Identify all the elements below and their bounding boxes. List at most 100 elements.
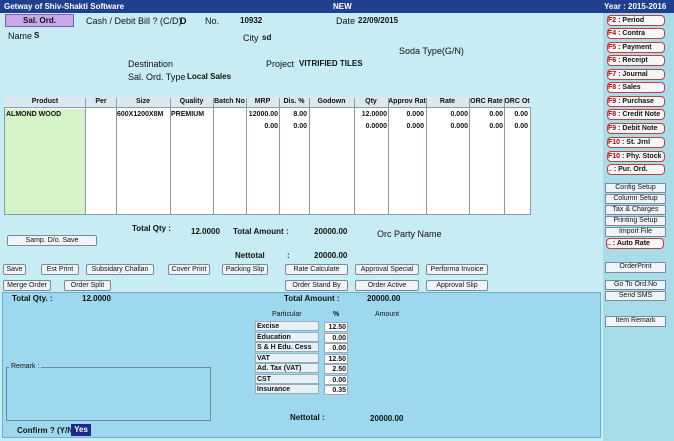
tax-vat-input[interactable]: 12.50 (324, 354, 348, 364)
tax-sh-cess-label: S & H Edu. Cess (255, 342, 319, 352)
tax-insurance-label: Insurance (255, 384, 319, 394)
confirm-input[interactable]: Yes (71, 424, 91, 436)
row1-orc-ot[interactable]: 0.00 (504, 111, 528, 118)
bill-no-label: No. (205, 16, 220, 26)
tax-sh-cess-input[interactable]: 0.00 (324, 343, 348, 353)
row1-rate[interactable]: 0.000 (426, 111, 468, 118)
tax-insurance-input[interactable]: 0.35 (324, 385, 348, 395)
f4-contra-button[interactable]: F4 : Contra (607, 28, 665, 39)
col-approv-rat: Approv Rat (388, 98, 426, 105)
packing-slip-button[interactable]: Packing Slip (222, 264, 268, 275)
approval-slip-button[interactable]: Approval Slip (426, 280, 488, 291)
soda-type-label: Soda Type(G/N) (399, 46, 464, 56)
row2-qty[interactable]: 0.0000 (354, 123, 387, 130)
cover-print-button[interactable]: Cover Print (168, 264, 210, 275)
tax-excise-label: Excise (255, 321, 319, 331)
f5-payment-button[interactable]: F5 : Payment (607, 42, 665, 53)
col-size: Size (135, 98, 150, 105)
row1-quality[interactable]: PREMIUM (171, 111, 204, 118)
row1-orc-rate[interactable]: 0.00 (469, 111, 503, 118)
bottom-total-amount-label: Total Amount : (284, 294, 340, 303)
city-input[interactable]: sd (262, 33, 271, 42)
f6-receipt-button[interactable]: F6 : Receipt (607, 55, 665, 66)
col-orc-rate: ORC Rate (470, 98, 503, 105)
f9-debit-note-button[interactable]: F9 : Debit Note (607, 123, 665, 134)
merge-order-button[interactable]: Merge Order (3, 280, 51, 291)
import-file-button[interactable]: Import File (605, 227, 666, 237)
row1-dis[interactable]: 8.00 (279, 111, 307, 118)
f9-purchase-button[interactable]: F9 : Purchase (607, 96, 665, 107)
city-label: City (243, 33, 259, 43)
bottom-total-qty-value: 12.0000 (82, 294, 111, 303)
name-input[interactable]: S (34, 31, 39, 40)
auto-rate-button[interactable]: .. : Auto Rate (606, 238, 664, 249)
performa-invoice-button[interactable]: Performa Invoice (426, 264, 488, 275)
sal-ord-type-input[interactable]: Local Sales (187, 72, 231, 81)
f10-phy-stock-button[interactable]: F10 : Phy. Stock (607, 151, 665, 162)
row1-product[interactable]: ALMOND WOOD (6, 111, 61, 118)
f8-credit-note-button[interactable]: F8 : Credit Note (607, 109, 665, 120)
row1-mrp[interactable]: 12000.00 (246, 111, 278, 118)
nettotal-colon: : (287, 251, 290, 260)
go-to-ord-no-button[interactable]: Go To Ord.No (605, 280, 666, 290)
f7-journal-button[interactable]: F7 : Journal (607, 69, 665, 80)
f2-period-button[interactable]: F2 : Period (607, 15, 665, 26)
tax-education-input[interactable]: 0.00 (324, 333, 348, 343)
order-print-button[interactable]: OrderPrint (605, 262, 666, 273)
col-product: Product (31, 98, 59, 105)
remark-box[interactable] (6, 367, 211, 421)
send-sms-button[interactable]: Send SMS (605, 291, 666, 301)
config-setup-button[interactable]: Config Setup (605, 183, 666, 193)
mode-label: NEW (333, 2, 352, 11)
col-quality: Quality (179, 98, 204, 105)
tax-education-label: Education (255, 332, 319, 342)
date-input[interactable]: 22/09/2015 (358, 16, 398, 25)
column-setup-button[interactable]: Column Setup (605, 194, 666, 204)
nettotal-value: 20000.00 (314, 251, 348, 260)
tax-vat-label: VAT (255, 353, 319, 363)
grid-divider (85, 98, 86, 215)
item-remark-button[interactable]: Item Remark (605, 316, 666, 327)
orc-party-label: Orc Party Name (377, 229, 442, 239)
cash-debit-input[interactable]: D (180, 16, 187, 26)
tax-cst-input[interactable]: 0.00 (324, 375, 348, 385)
save-button[interactable]: Save (3, 264, 26, 275)
row2-mrp[interactable]: 0.00 (246, 123, 278, 130)
subsidary-challan-button[interactable]: Subsidary Challan (86, 264, 154, 275)
bottom-nettotal-label: Nettotal : (290, 413, 325, 422)
tax-cst-label: CST (255, 374, 319, 384)
row1-approv[interactable]: 0.000 (388, 111, 424, 118)
order-stand-by-button[interactable]: Order Stand By (285, 280, 348, 291)
row2-orc-rate[interactable]: 0.00 (469, 123, 503, 130)
grid-divider (309, 98, 310, 215)
row2-dis[interactable]: 0.00 (279, 123, 307, 130)
bill-no-value[interactable]: 10932 (240, 16, 262, 25)
cash-debit-label: Cash / Debit Bill ? (C/D) (86, 16, 182, 26)
rate-calculate-button[interactable]: Rate Calculate (285, 264, 348, 275)
tax-excise-input[interactable]: 12.50 (324, 322, 348, 332)
project-input[interactable]: VITRIFIED TILES (299, 59, 363, 68)
tax-ad-vat-input[interactable]: 2.50 (324, 364, 348, 374)
col-batch-no: Batch No (214, 98, 245, 105)
row2-orc-ot[interactable]: 0.00 (504, 123, 528, 130)
order-active-button[interactable]: Order Active (355, 280, 419, 291)
row2-approv[interactable]: 0.000 (388, 123, 424, 130)
row1-size[interactable]: 600X1200X8M (117, 111, 170, 118)
remark-label: Remark : (9, 363, 42, 370)
pur-ord-button[interactable]: .. : Pur. Ord. (607, 164, 665, 175)
row2-rate[interactable]: 0.000 (426, 123, 468, 130)
name-label: Name (8, 31, 33, 41)
est-print-button[interactable]: Est Print (41, 264, 79, 275)
sal-ord-badge: Sal. Ord. (5, 14, 74, 27)
samp-do-save-button[interactable]: Samp. D/o. Save (7, 235, 97, 246)
percent-header: % (333, 311, 340, 318)
order-split-button[interactable]: Order Split (64, 280, 111, 291)
row1-qty[interactable]: 12.0000 (354, 111, 387, 118)
f8-sales-button[interactable]: F8 : Sales (607, 82, 665, 93)
f10-st-jrnl-button[interactable]: F10 : St. Jrnl (607, 137, 665, 148)
printing-setup-button[interactable]: Printing Setup (605, 216, 666, 226)
total-qty-value: 12.0000 (191, 227, 220, 236)
tax-charges-button[interactable]: Tax & Charges (605, 205, 666, 215)
confirm-label: Confirm ? (Y/N) (17, 426, 76, 435)
approval-special-button[interactable]: Approval Special (355, 264, 419, 275)
